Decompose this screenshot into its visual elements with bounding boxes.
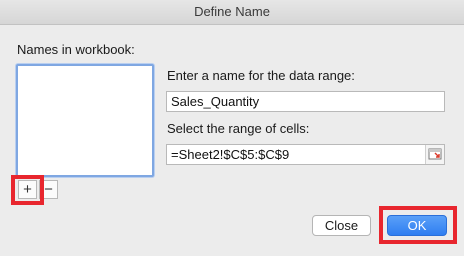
add-button-highlight	[11, 175, 44, 205]
names-in-workbook-label: Names in workbook:	[17, 42, 135, 57]
name-input[interactable]: Sales_Quantity	[166, 91, 445, 112]
range-select-icon	[428, 148, 442, 160]
define-name-dialog: Define Name Names in workbook: + − Enter…	[0, 0, 464, 256]
dialog-title: Define Name	[0, 0, 464, 25]
ok-button-highlight	[379, 206, 457, 244]
close-button[interactable]: Close	[312, 215, 371, 236]
range-select-button[interactable]	[425, 145, 444, 164]
name-prompt-label: Enter a name for the data range:	[167, 68, 355, 83]
range-prompt-label: Select the range of cells:	[167, 121, 310, 136]
names-list[interactable]	[16, 64, 154, 177]
range-input[interactable]: =Sheet2!$C$5:$C$9	[166, 144, 445, 165]
